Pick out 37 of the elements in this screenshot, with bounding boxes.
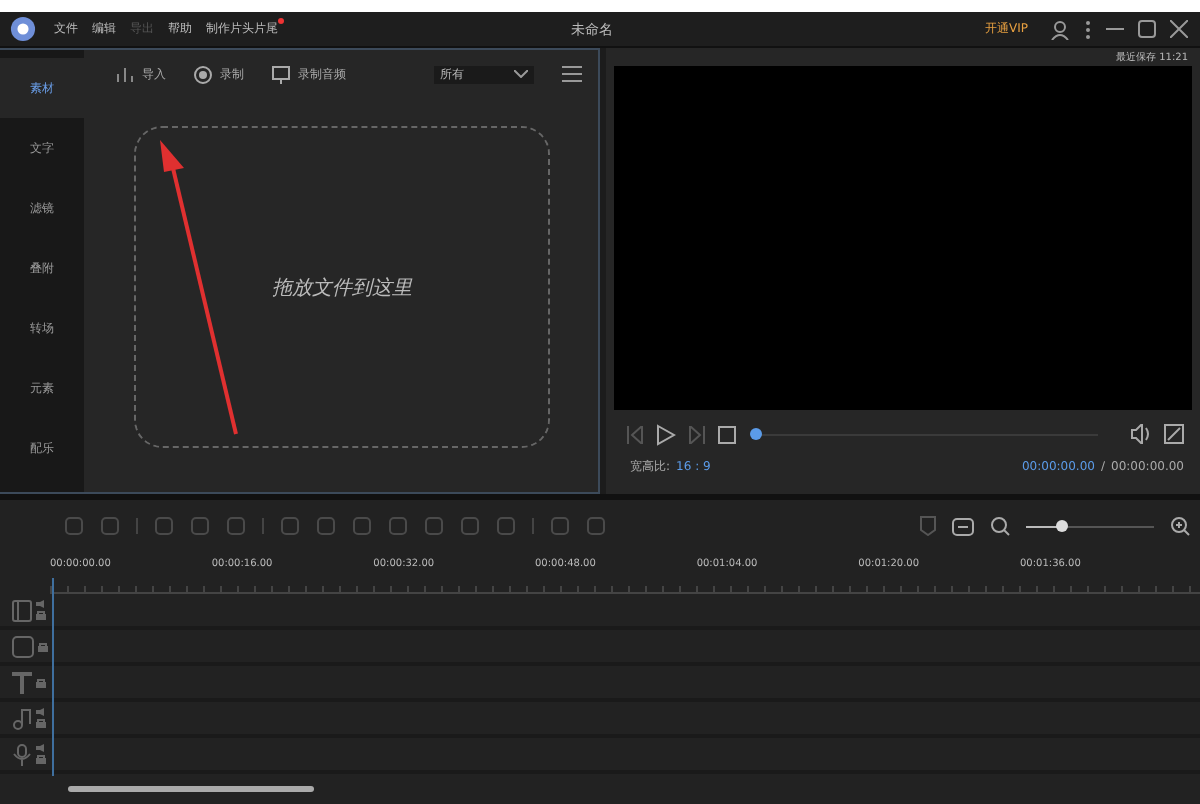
music-track-icon xyxy=(12,707,32,729)
record-icon xyxy=(194,65,212,83)
marker-icon[interactable] xyxy=(920,516,936,536)
close-icon[interactable] xyxy=(1170,20,1188,38)
import-icon xyxy=(116,65,134,83)
fullscreen-icon[interactable] xyxy=(1164,424,1184,444)
video-track-icon xyxy=(12,599,32,621)
previous-frame-icon[interactable] xyxy=(626,425,644,443)
speaker-icon[interactable] xyxy=(36,600,46,608)
speaker-icon[interactable] xyxy=(36,744,46,752)
microphone-track-icon xyxy=(12,743,32,765)
lock-icon[interactable] xyxy=(36,677,46,687)
zoom-slider[interactable] xyxy=(1055,520,1068,532)
more-icon[interactable] xyxy=(1084,19,1092,39)
user-icon[interactable] xyxy=(1050,19,1070,39)
progress-slider[interactable] xyxy=(750,428,762,440)
chevron-down-icon xyxy=(514,70,528,78)
maximize-icon[interactable] xyxy=(1138,20,1156,38)
audio-record-icon xyxy=(272,65,290,83)
zoom-out-icon[interactable] xyxy=(990,516,1010,536)
zoom-in-icon[interactable] xyxy=(1170,516,1190,536)
lock-icon[interactable] xyxy=(38,641,48,651)
volume-icon[interactable] xyxy=(1130,424,1152,444)
lock-icon[interactable] xyxy=(36,718,46,728)
text-track-icon xyxy=(12,671,32,693)
scrollbar[interactable] xyxy=(68,785,314,791)
lock-icon[interactable] xyxy=(36,610,46,620)
speaker-icon[interactable] xyxy=(36,708,46,716)
stop-icon[interactable] xyxy=(718,425,736,443)
app-logo-icon xyxy=(10,16,36,42)
fit-icon[interactable] xyxy=(952,517,974,535)
drop-zone-text: 拖放文件到这里 xyxy=(272,275,412,301)
overlay-track-icon xyxy=(12,635,34,657)
menu-icon[interactable] xyxy=(562,66,582,82)
play-icon[interactable] xyxy=(656,423,676,445)
lock-icon[interactable] xyxy=(36,754,46,764)
next-frame-icon[interactable] xyxy=(688,425,706,443)
